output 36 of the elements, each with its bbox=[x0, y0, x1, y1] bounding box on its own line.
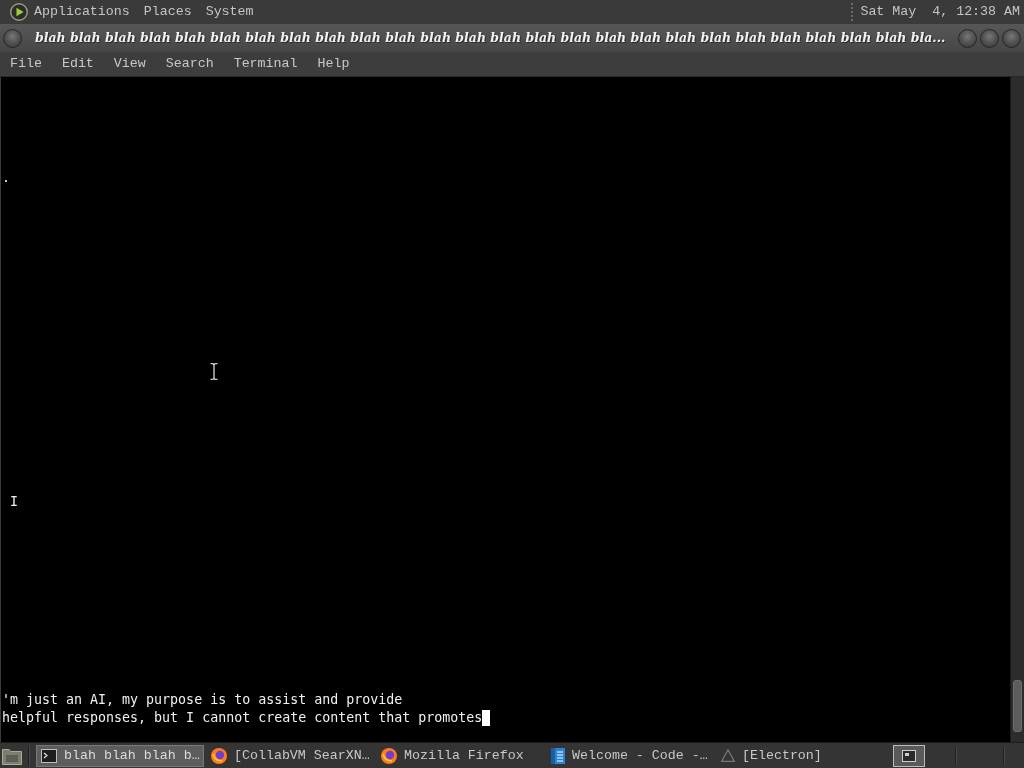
menu-item[interactable]: Edit bbox=[61, 55, 94, 73]
terminal-text: . bbox=[2, 169, 10, 187]
folder-icon[interactable] bbox=[2, 746, 22, 765]
menu-item[interactable]: File bbox=[10, 55, 42, 73]
terminal-text: I bbox=[10, 493, 18, 511]
browser-icon bbox=[381, 747, 397, 764]
terminal-text: helpful responses, but I cannot create content that promotes bbox=[2, 709, 483, 727]
panel-menu[interactable]: Places bbox=[143, 3, 192, 21]
notepad-icon bbox=[551, 747, 565, 764]
panel-menu[interactable]: System bbox=[205, 3, 254, 21]
taskbar-button[interactable]: blah blah blah b… bbox=[36, 744, 204, 767]
menu-item[interactable]: View bbox=[113, 55, 146, 73]
window-icon bbox=[902, 749, 916, 762]
ibeam-pointer-icon bbox=[210, 363, 218, 380]
scrollbar[interactable] bbox=[1010, 77, 1024, 742]
browser-icon bbox=[211, 747, 227, 764]
window-title: blah blah blah blah blah blah blah blah blah blah blah blah blah blah blah blah blah blah blah blah blah blah blah blah blah bla... bbox=[35, 29, 946, 47]
play-circle-icon[interactable] bbox=[10, 3, 28, 21]
taskbar-button[interactable]: [CollabVM SearXN… bbox=[206, 744, 374, 767]
panel-menu[interactable]: Applications bbox=[34, 3, 130, 21]
scrollbar-thumb[interactable] bbox=[1013, 680, 1022, 732]
menu-item[interactable]: Search bbox=[165, 55, 214, 73]
close-button[interactable] bbox=[1002, 28, 1021, 48]
clock[interactable]: Sat May 4, 12:38 AM bbox=[860, 3, 1020, 21]
terminal-icon bbox=[41, 748, 57, 763]
minimize-button[interactable] bbox=[958, 28, 977, 48]
terminal-text: 'm just an AI, my purpose is to assist and provide bbox=[2, 691, 403, 709]
taskbar-button[interactable]: Mozilla Firefox bbox=[376, 744, 544, 767]
triangle-icon bbox=[721, 749, 735, 762]
taskbar-button[interactable]: Welcome - Code -… bbox=[546, 744, 714, 767]
taskbar-button[interactable]: [Electron] bbox=[716, 744, 884, 767]
workspace-switcher[interactable] bbox=[893, 744, 925, 767]
menu-item[interactable]: Help bbox=[317, 55, 350, 73]
maximize-button[interactable] bbox=[980, 28, 999, 48]
menu-item[interactable]: Terminal bbox=[233, 55, 298, 73]
window-menu-button[interactable] bbox=[3, 28, 22, 48]
